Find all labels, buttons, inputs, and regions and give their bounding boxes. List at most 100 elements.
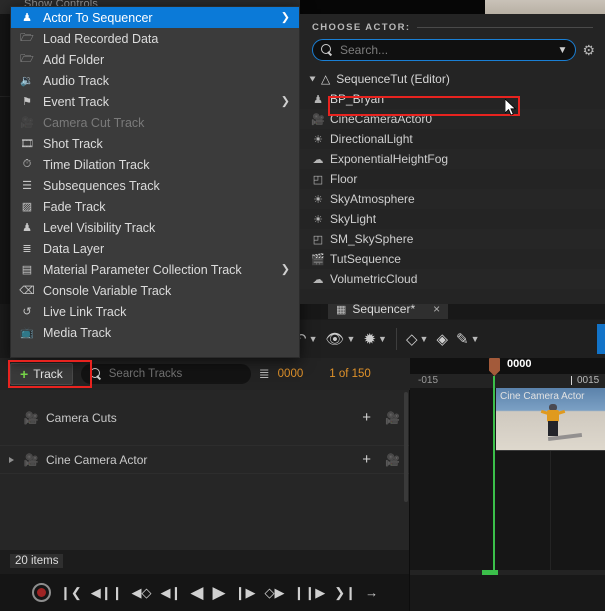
menu-item-live-link-track[interactable]: ↺ Live Link Track bbox=[11, 301, 299, 322]
track-list: 🎥 Camera Cuts + 🎥 🎥 Cine Camera Actor + 🎥 bbox=[0, 390, 410, 550]
actor-picker-header: CHOOSE ACTOR: bbox=[300, 14, 605, 37]
camera-icon[interactable]: 🎥 bbox=[385, 411, 400, 425]
layers-icon: ≣ bbox=[22, 243, 32, 255]
timeline-tick-left: -015 bbox=[418, 375, 439, 386]
tab-sequencer-label: Sequencer* bbox=[352, 302, 416, 316]
previous-frame-button[interactable]: ◀❙ bbox=[161, 586, 182, 599]
menu-item-subsequences-track[interactable]: ☰ Subsequences Track bbox=[11, 175, 299, 196]
timeline-scrollbar-thumb[interactable] bbox=[482, 570, 498, 575]
chevron-down-icon[interactable]: ▼ bbox=[471, 334, 480, 344]
menu-item-media-track[interactable]: 📺 Media Track bbox=[11, 322, 299, 343]
actor-item-skylight[interactable]: ☀ SkyLight bbox=[300, 209, 605, 229]
menu-item-label: Add Folder bbox=[43, 52, 105, 67]
play-forward-button[interactable]: ▶ bbox=[213, 584, 226, 601]
actor-item-label: SkyAtmosphere bbox=[330, 192, 415, 206]
menu-item-actor-to-sequencer[interactable]: ♟ Actor To Sequencer ❯ bbox=[11, 7, 299, 28]
fade-icon: ▨ bbox=[21, 201, 33, 213]
chevron-down-icon[interactable]: ▼ bbox=[558, 45, 568, 56]
menu-item-time-dilation-track[interactable]: ⏱ Time Dilation Track bbox=[11, 154, 299, 175]
camera-thumbnail[interactable]: Cine Camera Actor bbox=[496, 388, 605, 450]
next-key-button[interactable]: ❙❙▶ bbox=[293, 586, 325, 599]
record-button[interactable] bbox=[31, 583, 51, 602]
visibility-button[interactable]: 👁 ▼ bbox=[322, 326, 360, 352]
expander-triangle-icon[interactable] bbox=[309, 76, 316, 82]
snap-button[interactable]: ◈ bbox=[432, 326, 452, 352]
timeline-scrollbar[interactable] bbox=[410, 570, 605, 575]
flag-icon: ⚑ bbox=[22, 96, 32, 108]
actor-item-label: TutSequence bbox=[330, 252, 401, 266]
menu-item-event-track[interactable]: ⚑ Event Track ❯ bbox=[11, 91, 299, 112]
panel-divider bbox=[409, 358, 410, 611]
menu-item-material-parameter-collection-track[interactable]: ▤ Material Parameter Collection Track ❯ bbox=[11, 259, 299, 280]
chevron-down-icon[interactable]: ▼ bbox=[309, 334, 318, 344]
actor-item-label: Floor bbox=[330, 172, 358, 186]
menu-item-add-folder[interactable]: 🗁 Add Folder bbox=[11, 49, 299, 70]
track-row[interactable]: 🎥 Camera Cuts + 🎥 bbox=[0, 390, 410, 446]
timeline-ruler[interactable] bbox=[410, 374, 605, 388]
menu-item-label: Material Parameter Collection Track bbox=[43, 262, 242, 277]
sky-atmosphere-icon: ☀ bbox=[313, 193, 323, 206]
chevron-down-icon[interactable]: ▼ bbox=[378, 334, 387, 344]
directional-light-icon: ☀ bbox=[313, 133, 323, 146]
items-count-label: 20 items bbox=[10, 554, 64, 568]
previous-key-button[interactable]: ◀❙❙ bbox=[91, 586, 123, 599]
actor-search-input[interactable]: Search... ▼ bbox=[312, 39, 577, 61]
actor-item-directionallight[interactable]: ☀ DirectionalLight bbox=[300, 129, 605, 149]
add-track-section-button[interactable]: + bbox=[362, 410, 371, 425]
track-row[interactable]: 🎥 Cine Camera Actor + 🎥 bbox=[0, 446, 410, 474]
track-row-actions: + 🎥 bbox=[362, 452, 400, 467]
sequencer-toolbar: ↶ ▼ 👁 ▼ ✹ ▼ ◇ ▼ ◈ ✎ ▼ bbox=[290, 320, 605, 358]
loop-button[interactable]: → bbox=[365, 586, 378, 599]
curve-editor-icon: ✎ bbox=[455, 330, 469, 348]
toolbar-group-right: ◇ ▼ ◈ ✎ ▼ bbox=[402, 326, 484, 352]
expander-triangle-icon[interactable] bbox=[9, 456, 14, 463]
menu-item-shot-track[interactable]: 🎞 Shot Track bbox=[11, 133, 299, 154]
menu-item-audio-track[interactable]: 🔉 Audio Track bbox=[11, 70, 299, 91]
menu-item-fade-track[interactable]: ▨ Fade Track bbox=[11, 196, 299, 217]
submenu-arrow-icon: ❯ bbox=[280, 11, 290, 23]
gear-icon[interactable]: ⚙ bbox=[582, 42, 595, 59]
track-list-scrollbar[interactable] bbox=[404, 392, 408, 502]
search-tracks-input[interactable]: Search Tracks bbox=[80, 364, 251, 384]
menu-item-console-variable-track[interactable]: ⌫ Console Variable Track bbox=[11, 280, 299, 301]
add-track-section-button[interactable]: + bbox=[362, 452, 371, 467]
menu-item-label: Time Dilation Track bbox=[43, 157, 150, 172]
camera-icon[interactable]: 🎥 bbox=[385, 453, 400, 467]
actor-item-sm-skysphere[interactable]: ◰ SM_SkySphere bbox=[300, 229, 605, 249]
menu-item-level-visibility-track[interactable]: ♟ Level Visibility Track bbox=[11, 217, 299, 238]
actor-list: ♟ BP_Bryan 🎥 CineCameraActor0 ☀ DirectionalLi… bbox=[300, 89, 605, 289]
actor-picker-panel: CHOOSE ACTOR: Search... ▼ ⚙ △ SequenceTu… bbox=[300, 14, 605, 304]
actor-item-tutsequence[interactable]: 🎬 TutSequence bbox=[300, 249, 605, 269]
close-icon[interactable]: × bbox=[433, 302, 440, 316]
search-icon bbox=[321, 44, 333, 56]
jump-to-end-button[interactable]: ❯❙ bbox=[334, 586, 356, 599]
filter-icon[interactable]: ≣ bbox=[259, 366, 270, 382]
subsequence-icon: ☰ bbox=[22, 180, 32, 192]
curve-editor-button[interactable]: ✎ ▼ bbox=[452, 326, 484, 352]
actor-item-exponentialheightfog[interactable]: ☁ ExponentialHeightFog bbox=[300, 149, 605, 169]
jump-to-start-button[interactable]: ❙❮ bbox=[60, 586, 82, 599]
keyframe-button[interactable]: ◇ ▼ bbox=[402, 326, 432, 352]
actions-button[interactable]: ✹ ▼ bbox=[359, 326, 391, 352]
menu-item-data-layer[interactable]: ≣ Data Layer bbox=[11, 238, 299, 259]
actor-item-label: VolumetricCloud bbox=[330, 272, 418, 286]
actor-search-row: Search... ▼ ⚙ bbox=[300, 37, 605, 67]
play-reverse-button[interactable]: ◀ bbox=[190, 584, 203, 601]
chevron-down-icon[interactable]: ▼ bbox=[347, 334, 356, 344]
actor-tree-root[interactable]: △ SequenceTut (Editor) bbox=[300, 69, 605, 89]
actor-item-label: DirectionalLight bbox=[330, 132, 413, 146]
actor-item-floor[interactable]: ◰ Floor bbox=[300, 169, 605, 189]
actor-item-label: CineCameraActor0 bbox=[330, 112, 433, 126]
add-track-button[interactable]: + Track bbox=[10, 363, 73, 385]
actor-item-skyatmosphere[interactable]: ☀ SkyAtmosphere bbox=[300, 189, 605, 209]
chevron-down-icon[interactable]: ▼ bbox=[420, 334, 429, 344]
actor-item-cinecameraactor0[interactable]: 🎥 CineCameraActor0 bbox=[300, 109, 605, 129]
actor-item-label: SkyLight bbox=[330, 212, 377, 226]
menu-item-load-recorded-data[interactable]: 🗁 Load Recorded Data bbox=[11, 28, 299, 49]
actor-item-bp-bryan[interactable]: ♟ BP_Bryan bbox=[300, 89, 605, 109]
step-back-button[interactable]: ◀◇ bbox=[132, 586, 152, 599]
step-forward-button[interactable]: ◇▶ bbox=[264, 586, 284, 599]
next-frame-button[interactable]: ❙▶ bbox=[235, 586, 256, 599]
actor-item-volumetriccloud[interactable]: ☁ VolumetricCloud bbox=[300, 269, 605, 289]
timeline-footer bbox=[410, 570, 605, 611]
